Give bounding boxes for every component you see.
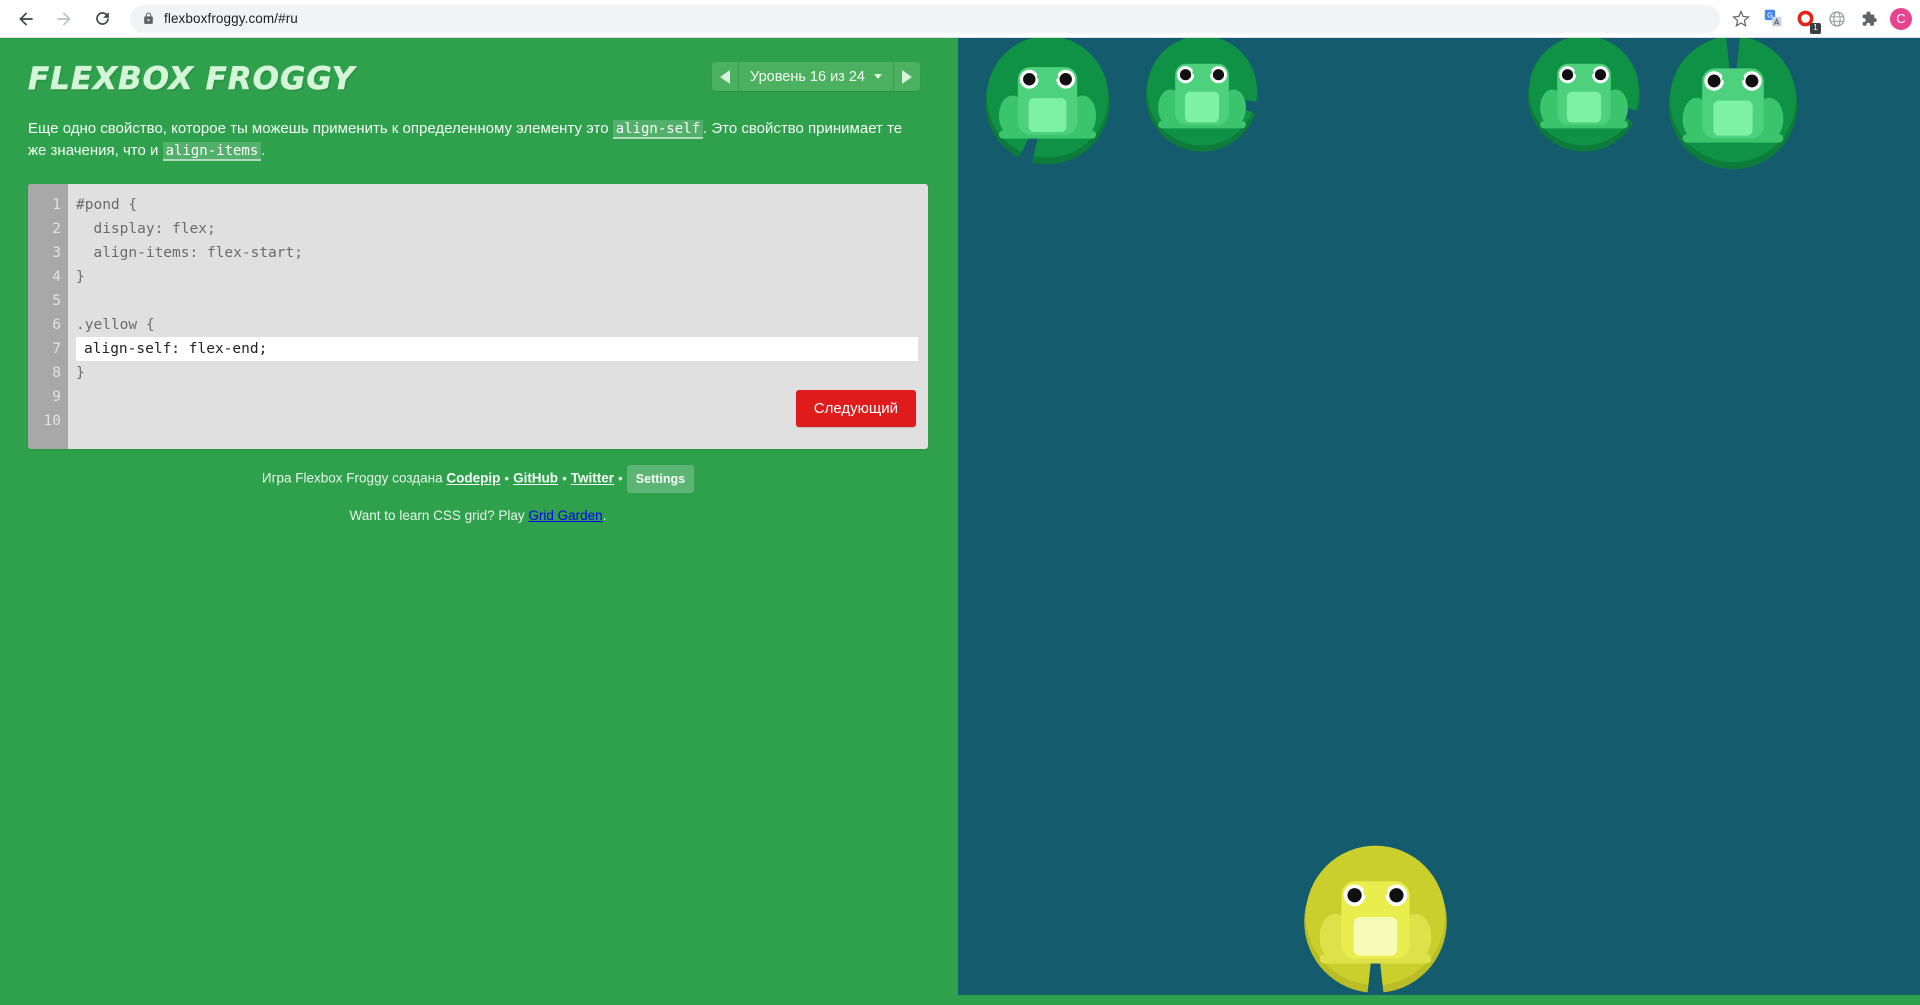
lilypad-frog-svg <box>985 36 1110 165</box>
code-line: display: flex; <box>76 221 216 237</box>
credit-prefix: Игра Flexbox Froggy создана <box>261 470 447 486</box>
twitter-link[interactable]: Twitter <box>571 471 614 486</box>
lilypad-frog-svg <box>1668 36 1798 170</box>
code-line: } <box>76 365 85 381</box>
line-number: 5 <box>52 293 61 309</box>
level-navigation: Уровень 16 из 24 <box>712 62 920 91</box>
bullet-separator: • <box>504 470 510 486</box>
google-translate-button[interactable]: G <box>1758 4 1788 34</box>
line-number: 9 <box>52 389 61 405</box>
back-arrow-icon <box>19 11 33 26</box>
lilypad-frog-svg <box>1145 35 1259 152</box>
line-number: 2 <box>52 221 61 237</box>
chevron-down-icon <box>874 74 882 79</box>
line-number: 7 <box>52 341 61 357</box>
globe-button[interactable] <box>1822 4 1852 34</box>
bullet-separator: • <box>562 470 567 486</box>
code-editor[interactable]: 1 2 3 4 5 6 7 8 9 10 #pond { display: fl… <box>28 184 928 449</box>
previous-level-button[interactable] <box>712 62 740 91</box>
next-level-icon <box>902 69 912 84</box>
line-number: 3 <box>52 245 61 261</box>
pond-container <box>958 35 1920 995</box>
google-translate-icon: G <box>1764 9 1781 27</box>
css-code-input[interactable]: align-self: flex-end; <box>76 337 918 361</box>
line-number-gutter: 1 2 3 4 5 6 7 8 9 10 <box>28 184 68 449</box>
browser-actions: G 1 C <box>1726 4 1920 34</box>
frog-green-1 <box>980 32 1115 172</box>
instructions-text: Еще одно свойство, которое ты можешь при… <box>28 118 908 162</box>
previous-level-icon <box>720 69 731 84</box>
star-icon <box>1732 9 1750 27</box>
frog-yellow <box>1298 841 1453 1001</box>
line-number: 4 <box>52 269 61 285</box>
code-align-self: align-self <box>612 120 704 139</box>
grid-suffix: . <box>602 508 607 523</box>
frog-green-3 <box>1523 32 1645 159</box>
avatar: C <box>1890 7 1912 30</box>
settings-button[interactable]: Settings <box>626 465 695 493</box>
footer-grid-garden: Want to learn CSS grid? Play Grid Garden… <box>28 508 928 523</box>
codepip-link[interactable]: Codepip <box>446 471 500 486</box>
browser-toolbar: flexboxfroggy.com/#ru G 1 C <box>0 0 1920 38</box>
back-button[interactable] <box>8 1 44 37</box>
lock-icon <box>144 12 153 24</box>
level-selector[interactable]: Уровень 16 из 24 <box>739 62 893 91</box>
code-align-items: align-items <box>162 142 262 161</box>
forward-button[interactable] <box>46 1 82 37</box>
reload-icon <box>95 12 109 25</box>
frog-green-2 <box>1141 32 1263 159</box>
code-line: } <box>76 269 85 285</box>
lilypad-frog-svg <box>1304 845 1447 993</box>
bookmark-button[interactable] <box>1726 4 1756 34</box>
extension-badge-count: 1 <box>1810 22 1821 34</box>
page-body: FLEXBOX FROGGY Уровень 16 из 24 Еще одно… <box>0 35 1920 1005</box>
next-level-button[interactable] <box>893 62 920 91</box>
instructions-part-1: Еще одно свойство, которое ты можешь при… <box>28 120 613 137</box>
next-button[interactable]: Следующий <box>795 390 916 427</box>
footer-credits: Игра Flexbox Froggy создана Codepip • GitH… <box>28 465 928 493</box>
grid-prefix: Want to learn CSS grid? Play <box>349 508 529 523</box>
line-number: 1 <box>52 197 61 213</box>
forward-arrow-icon <box>57 11 71 26</box>
frog-green-4 <box>1663 32 1803 177</box>
code-line: .yellow { <box>76 317 155 333</box>
grid-garden-link[interactable]: Grid Garden <box>528 508 602 523</box>
header-row: FLEXBOX FROGGY Уровень 16 из 24 <box>28 60 930 112</box>
instructions-part-3: . <box>261 142 266 159</box>
github-link[interactable]: GitHub <box>513 471 558 486</box>
extensions-button[interactable] <box>1854 4 1884 34</box>
navigation-buttons <box>0 1 120 37</box>
reload-button[interactable] <box>84 1 120 37</box>
line-number: 6 <box>52 317 61 333</box>
line-number: 8 <box>52 365 61 381</box>
instructions-panel: FLEXBOX FROGGY Уровень 16 из 24 Еще одно… <box>0 38 958 1005</box>
line-number: 10 <box>43 413 61 429</box>
address-bar[interactable]: flexboxfroggy.com/#ru <box>130 4 1720 33</box>
url-text: flexboxfroggy.com/#ru <box>164 11 298 26</box>
svg-text:G: G <box>1767 12 1773 20</box>
extensions-puzzle-icon <box>1862 10 1877 26</box>
bullet-separator: • <box>618 470 623 486</box>
globe-icon <box>1829 10 1845 27</box>
code-line: #pond { <box>76 197 138 213</box>
profile-avatar-button[interactable]: C <box>1886 4 1916 34</box>
lilypad-frog-svg <box>1527 35 1641 152</box>
code-line: align-items: flex-start; <box>76 245 303 261</box>
level-label: Уровень 16 из 24 <box>750 68 865 85</box>
notification-extension-button[interactable]: 1 <box>1790 4 1821 34</box>
